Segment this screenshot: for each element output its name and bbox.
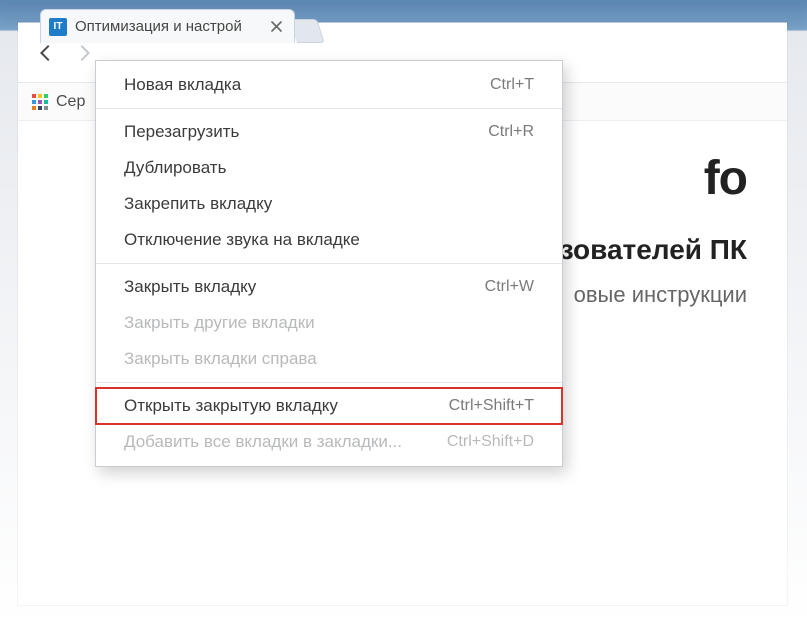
close-tab-icon[interactable]: [268, 19, 284, 35]
menu-item[interactable]: Перезагрузить Ctrl+R: [96, 114, 562, 150]
menu-item-shortcut: Ctrl+Shift+T: [449, 397, 534, 415]
menu-item-label: Дублировать: [124, 158, 226, 178]
menu-separator: [96, 263, 562, 264]
tab-favicon: IT: [49, 18, 67, 36]
menu-item-label: Добавить все вкладки в закладки...: [124, 432, 402, 452]
menu-item[interactable]: Новая вкладка Ctrl+T: [96, 67, 562, 103]
bookmark-label[interactable]: Сер: [56, 93, 85, 111]
menu-item[interactable]: Открыть закрытую вкладку Ctrl+Shift+T: [96, 388, 562, 424]
menu-separator: [96, 382, 562, 383]
menu-item-label: Закрепить вкладку: [124, 194, 272, 214]
browser-tab[interactable]: IT Оптимизация и настрой: [40, 9, 295, 43]
menu-item[interactable]: Закрепить вкладку: [96, 186, 562, 222]
menu-item-label: Открыть закрытую вкладку: [124, 396, 338, 416]
menu-item: Закрыть другие вкладки: [96, 305, 562, 341]
tab-strip: IT Оптимизация и настрой: [40, 1, 321, 43]
menu-item-label: Отключение звука на вкладке: [124, 230, 360, 250]
menu-item: Добавить все вкладки в закладки... Ctrl+S…: [96, 424, 562, 460]
menu-separator: [96, 108, 562, 109]
menu-item-label: Закрыть вкладку: [124, 277, 256, 297]
menu-item-shortcut: Ctrl+Shift+D: [447, 433, 534, 451]
apps-icon[interactable]: [32, 94, 48, 110]
menu-item[interactable]: Закрыть вкладку Ctrl+W: [96, 269, 562, 305]
menu-item-label: Закрыть вкладки справа: [124, 349, 317, 369]
menu-item-shortcut: Ctrl+T: [490, 76, 534, 94]
menu-item-shortcut: Ctrl+R: [488, 123, 534, 141]
tab-context-menu: Новая вкладка Ctrl+T Перезагрузить Ctrl+R Ду…: [95, 60, 563, 467]
menu-item: Закрыть вкладки справа: [96, 341, 562, 377]
tab-title: Оптимизация и настрой: [75, 18, 242, 35]
menu-item-shortcut: Ctrl+W: [485, 278, 534, 296]
menu-item-label: Закрыть другие вкладки: [124, 313, 315, 333]
menu-item[interactable]: Отключение звука на вкладке: [96, 222, 562, 258]
menu-item-label: Перезагрузить: [124, 122, 239, 142]
menu-item-label: Новая вкладка: [124, 75, 241, 95]
menu-item[interactable]: Дублировать: [96, 150, 562, 186]
